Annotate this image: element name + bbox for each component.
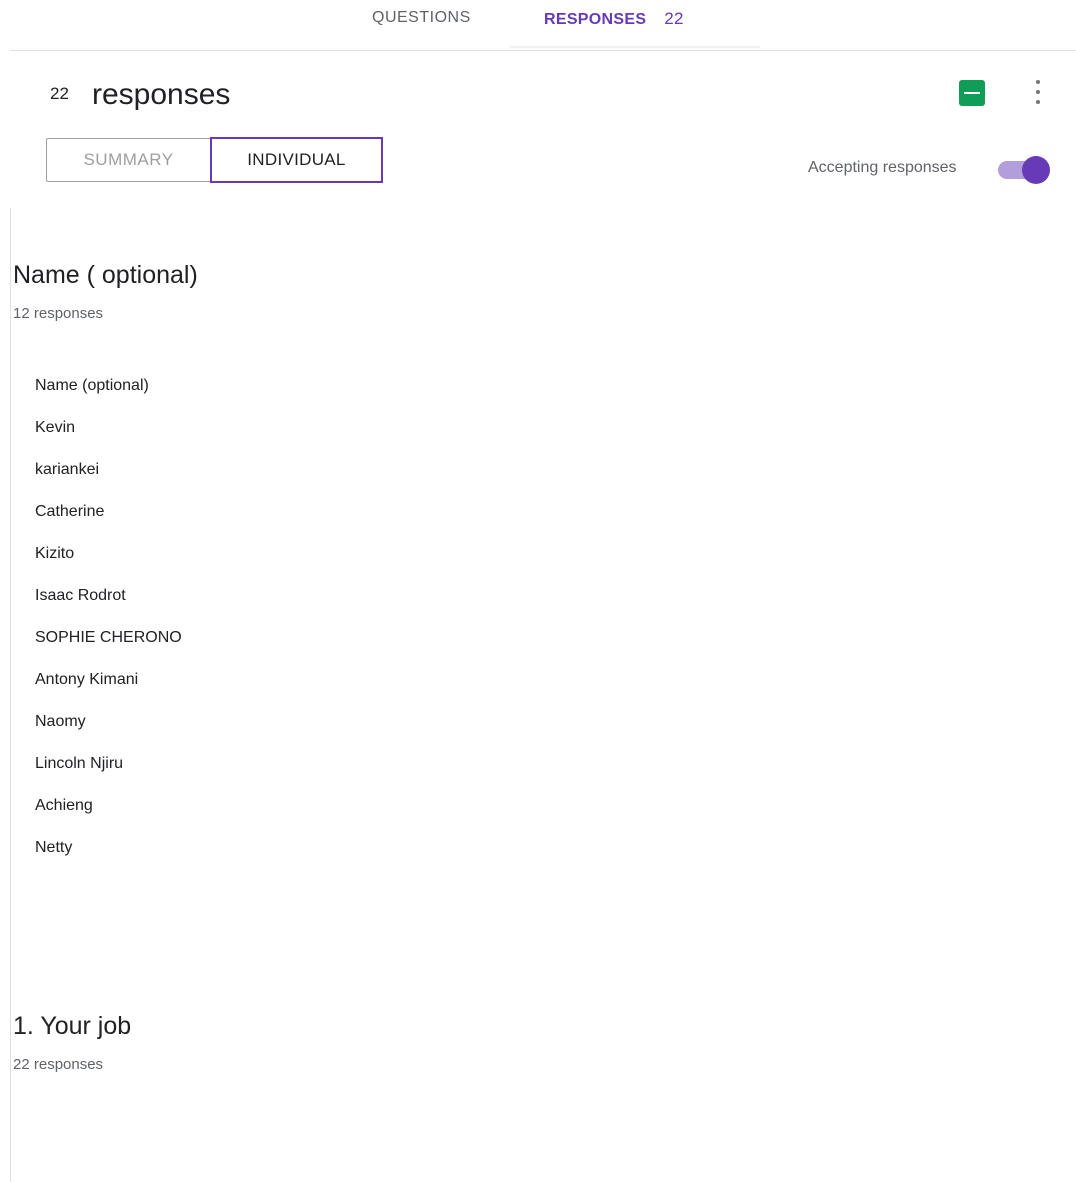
tab-responses-count: 22 (664, 9, 684, 28)
question-response-count-job: 22 responses (13, 1056, 104, 1073)
list-item: Isaac Rodrot (35, 587, 126, 604)
question-title-job: 1. Your job (13, 1012, 132, 1040)
list-item: Kizito (35, 545, 75, 562)
list-item: Name (optional) (35, 377, 149, 394)
accepting-responses-toggle[interactable] (998, 156, 1050, 184)
individual-tab[interactable]: INDIVIDUAL (210, 137, 383, 183)
accepting-responses-label: Accepting responses (808, 159, 957, 176)
sheets-icon[interactable] (959, 80, 985, 106)
responses-count: 22 (50, 84, 69, 103)
list-item: Achieng (35, 797, 93, 814)
tab-underline (510, 46, 760, 48)
list-item: Kevin (35, 419, 76, 436)
responses-title: responses (92, 78, 231, 111)
summary-tab[interactable]: SUMMARY (47, 139, 210, 181)
list-item: Naomy (35, 713, 86, 730)
list-item: Lincoln Njiru (35, 755, 124, 772)
responses-header-card (10, 50, 1076, 209)
view-toggle: SUMMARY INDIVIDUAL (46, 137, 383, 183)
list-item: Catherine (35, 503, 105, 520)
list-item: SOPHIE CHERONO (35, 629, 182, 646)
content-divider (10, 208, 11, 1182)
question-response-count-name: 12 responses (13, 305, 104, 322)
more-vert-icon[interactable] (1030, 80, 1046, 104)
tab-responses-label: RESPONSES (544, 11, 647, 28)
list-item: Antony Kimani (35, 671, 139, 688)
question-title-name: Name ( optional) (13, 261, 198, 289)
list-item: kariankei (35, 461, 100, 478)
tab-questions[interactable]: QUESTIONS (372, 9, 471, 27)
list-item: Netty (35, 839, 73, 856)
tab-responses[interactable]: RESPONSES 22 (544, 9, 684, 29)
top-tab-bar: QUESTIONS RESPONSES 22 (0, 0, 1076, 48)
toggle-knob (1022, 156, 1050, 184)
answer-list: Name (optional) Kevin kariankei Catherin… (35, 375, 182, 879)
